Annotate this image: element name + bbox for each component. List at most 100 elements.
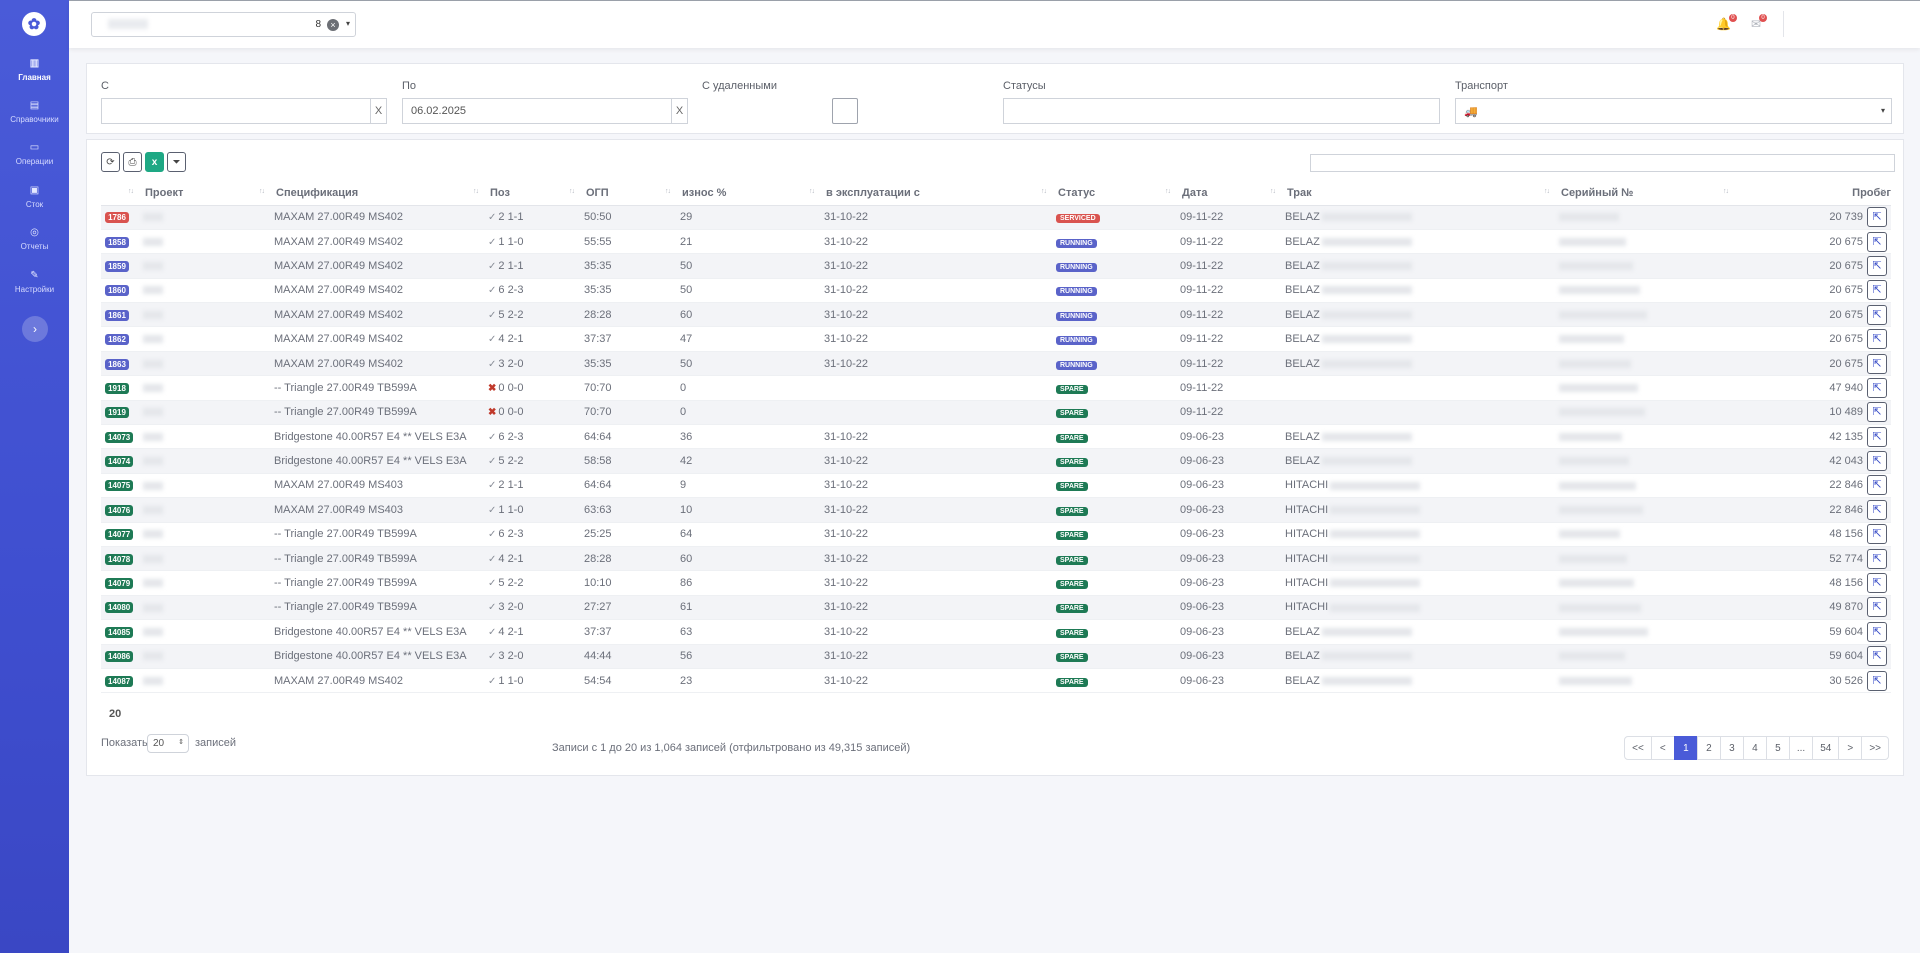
statuses-select[interactable] xyxy=(1003,98,1440,124)
tire-id-badge[interactable]: 14078 xyxy=(105,553,134,565)
print-button[interactable]: ⎙ xyxy=(123,152,142,172)
tire-id-badge[interactable]: 1861 xyxy=(105,309,129,321)
open-external-icon[interactable]: ⇱ xyxy=(1867,670,1887,691)
page-button[interactable]: >> xyxy=(1861,736,1889,760)
table-search-input[interactable] xyxy=(1310,154,1895,172)
table-row[interactable]: 1860 MAXAM 27.00R49 MS402 ✓ 6 2-3 35:35 50 31-… xyxy=(101,278,1891,304)
excel-export-button[interactable]: x xyxy=(145,152,164,172)
tire-id-badge[interactable]: 14080 xyxy=(105,602,134,614)
open-external-icon[interactable]: ⇱ xyxy=(1867,329,1887,350)
tire-id-badge[interactable]: 14077 xyxy=(105,529,134,541)
table-row[interactable]: 14080 -- Triangle 27.00R49 TB599A ✓ 3 2-0 27… xyxy=(101,595,1891,621)
open-external-icon[interactable]: ⇱ xyxy=(1867,621,1887,642)
table-row[interactable]: 14079 -- Triangle 27.00R49 TB599A ✓ 5 2-2 10… xyxy=(101,570,1891,596)
sidebar-item-1[interactable]: ▤ Справочники xyxy=(0,100,69,124)
column-header-index[interactable]: ↑↓ xyxy=(101,181,139,206)
table-row[interactable]: 14075 MAXAM 27.00R49 MS403 ✓ 2 1-1 64:64 9 31-… xyxy=(101,473,1891,499)
from-date-input[interactable]: X xyxy=(101,98,387,124)
tire-id-badge[interactable]: 14076 xyxy=(105,504,134,516)
column-header[interactable]: Статус ↑↓ xyxy=(1052,181,1176,206)
table-row[interactable]: 1863 MAXAM 27.00R49 MS402 ✓ 3 2-0 35:35 50 31-… xyxy=(101,351,1891,377)
table-row[interactable]: 14076 MAXAM 27.00R49 MS403 ✓ 1 1-0 63:63 10 31… xyxy=(101,497,1891,523)
tire-id-badge[interactable]: 14079 xyxy=(105,578,134,590)
sidebar-item-5[interactable]: ✎ Настройки xyxy=(0,270,69,294)
sidebar-item-3[interactable]: ▣ Сток xyxy=(0,185,69,209)
sidebar-item-2[interactable]: ▭ Операции xyxy=(0,142,69,166)
page-button[interactable]: > xyxy=(1838,736,1863,760)
open-external-icon[interactable]: ⇱ xyxy=(1867,646,1887,667)
column-header[interactable]: Трак ↑↓ xyxy=(1281,181,1555,206)
tire-id-badge[interactable]: 1786 xyxy=(105,212,129,224)
page-button[interactable]: 4 xyxy=(1742,736,1767,760)
page-button[interactable]: 2 xyxy=(1696,736,1721,760)
column-header[interactable]: Спецификация ↑↓ xyxy=(270,181,484,206)
sidebar-toggle-button[interactable]: › xyxy=(22,316,48,342)
clear-icon[interactable]: × xyxy=(327,19,339,31)
tire-id-badge[interactable]: 14086 xyxy=(105,651,134,663)
table-row[interactable]: 14077 -- Triangle 27.00R49 TB599A ✓ 6 2-3 25… xyxy=(101,522,1891,547)
tire-id-badge[interactable]: 1859 xyxy=(105,260,129,272)
tire-id-badge[interactable]: 1863 xyxy=(105,358,129,370)
open-external-icon[interactable]: ⇱ xyxy=(1867,280,1887,301)
table-row[interactable]: 14073 Bridgestone 40.00R57 E4 ** VELS E3A… xyxy=(101,424,1891,450)
filter-button[interactable]: ⏷ xyxy=(167,152,186,172)
table-row[interactable]: 14085 Bridgestone 40.00R57 E4 ** VELS E3A… xyxy=(101,619,1891,645)
open-external-icon[interactable]: ⇱ xyxy=(1867,597,1887,618)
column-header[interactable]: Пробег ↑↓ xyxy=(1734,181,1891,206)
open-external-icon[interactable]: ⇱ xyxy=(1867,573,1887,594)
page-button[interactable]: 54 xyxy=(1812,736,1840,760)
page-button[interactable]: 1 xyxy=(1673,736,1698,760)
table-row[interactable]: 1918 -- Triangle 27.00R49 TB599A ✖ 0 0-0 70:… xyxy=(101,375,1891,401)
tire-id-badge[interactable]: 1862 xyxy=(105,334,129,346)
open-external-icon[interactable]: ⇱ xyxy=(1867,426,1887,447)
open-external-icon[interactable]: ⇱ xyxy=(1867,231,1887,252)
page-button[interactable]: ... xyxy=(1788,736,1814,760)
table-row[interactable]: 14074 Bridgestone 40.00R57 E4 ** VELS E3A… xyxy=(101,448,1891,474)
tire-id-badge[interactable]: 1919 xyxy=(105,407,129,419)
sidebar-item-0[interactable]: ▥ Главная xyxy=(0,58,69,82)
open-external-icon[interactable]: ⇱ xyxy=(1867,499,1887,520)
table-row[interactable]: 1858 MAXAM 27.00R49 MS402 ✓ 1 1-0 55:55 21 31-… xyxy=(101,229,1891,255)
table-row[interactable]: 1919 -- Triangle 27.00R49 TB599A ✖ 0 0-0 70:… xyxy=(101,400,1891,426)
tire-id-badge[interactable]: 14073 xyxy=(105,431,134,443)
tire-id-badge[interactable]: 14075 xyxy=(105,480,134,492)
column-header[interactable]: ОГП ↑↓ xyxy=(580,181,676,206)
table-row[interactable]: 14078 -- Triangle 27.00R49 TB599A ✓ 4 2-1 28… xyxy=(101,546,1891,572)
logo-icon[interactable]: ✿ xyxy=(22,12,46,36)
column-header[interactable]: Проект ↑↓ xyxy=(139,181,270,206)
tire-id-badge[interactable]: 1918 xyxy=(105,382,129,394)
open-external-icon[interactable]: ⇱ xyxy=(1867,402,1887,423)
column-header[interactable]: износ % ↑↓ xyxy=(676,181,820,206)
transport-select[interactable]: 🚚 ▾ xyxy=(1455,98,1892,124)
page-button[interactable]: 3 xyxy=(1719,736,1744,760)
page-size-select[interactable]: 20 ⇕ xyxy=(147,734,189,753)
refresh-button[interactable]: ⟳ xyxy=(101,152,120,172)
open-external-icon[interactable]: ⇱ xyxy=(1867,548,1887,569)
open-external-icon[interactable]: ⇱ xyxy=(1867,377,1887,398)
clear-from-button[interactable]: X xyxy=(370,99,386,123)
clear-to-button[interactable]: X xyxy=(671,99,687,123)
page-button[interactable]: << xyxy=(1624,736,1652,760)
to-date-input[interactable]: 06.02.2025 X xyxy=(402,98,688,124)
project-select[interactable]: 8 × ▾ xyxy=(91,12,356,37)
table-row[interactable]: 1859 MAXAM 27.00R49 MS402 ✓ 2 1-1 35:35 50 31-… xyxy=(101,253,1891,279)
sidebar-item-4[interactable]: ◎ Отчеты xyxy=(0,227,69,251)
caret-down-icon[interactable]: ▾ xyxy=(346,19,350,28)
open-external-icon[interactable]: ⇱ xyxy=(1867,451,1887,472)
table-row[interactable]: 14087 MAXAM 27.00R49 MS402 ✓ 1 1-0 54:54 23 31… xyxy=(101,668,1891,694)
deleted-checkbox[interactable] xyxy=(832,98,858,124)
column-header[interactable]: в эксплуатации с ↑↓ xyxy=(820,181,1052,206)
tire-id-badge[interactable]: 14074 xyxy=(105,456,134,468)
table-row[interactable]: 14086 Bridgestone 40.00R57 E4 ** VELS E3A… xyxy=(101,644,1891,669)
page-button[interactable]: 5 xyxy=(1765,736,1790,760)
open-external-icon[interactable]: ⇱ xyxy=(1867,524,1887,545)
open-external-icon[interactable]: ⇱ xyxy=(1867,353,1887,374)
tire-id-badge[interactable]: 1858 xyxy=(105,236,129,248)
tire-id-badge[interactable]: 14087 xyxy=(105,675,134,687)
table-row[interactable]: 1861 MAXAM 27.00R49 MS402 ✓ 5 2-2 28:28 60 31-… xyxy=(101,302,1891,328)
open-external-icon[interactable]: ⇱ xyxy=(1867,207,1887,228)
page-button[interactable]: < xyxy=(1650,736,1675,760)
column-header[interactable]: Серийный № ↑↓ xyxy=(1555,181,1734,206)
tire-id-badge[interactable]: 14085 xyxy=(105,626,134,638)
bell-icon[interactable]: 🔔 0 xyxy=(1716,14,1737,31)
